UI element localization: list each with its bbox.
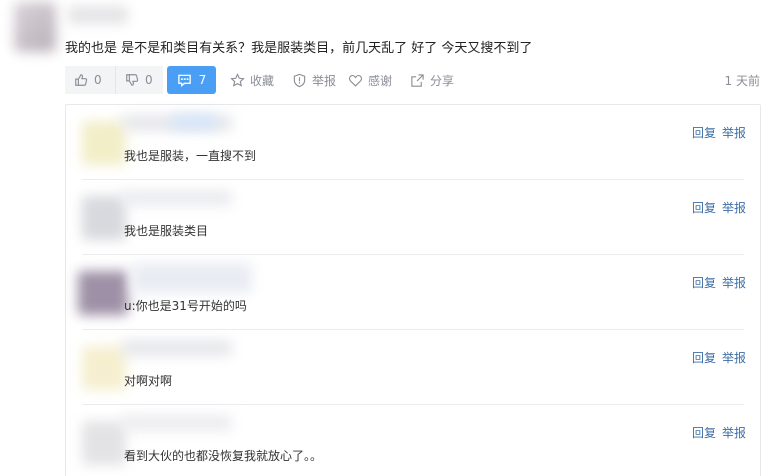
report-link[interactable]: 举报 xyxy=(722,276,746,290)
thumbs-down-icon xyxy=(126,74,139,86)
list-item: 我也是服装类目 回复 举报 xyxy=(66,180,760,255)
comment-actions: 0 0 7 收藏 举报 感谢 分享 1 天前 xyxy=(65,66,765,94)
downvote-count: 0 xyxy=(145,73,153,87)
reply-actions: 回复 举报 xyxy=(686,274,746,291)
thanks-button[interactable]: 感谢 xyxy=(348,66,392,94)
reply-actions: 回复 举报 xyxy=(686,124,746,141)
username-blurred[interactable] xyxy=(171,115,216,129)
upvote-count: 0 xyxy=(94,73,102,87)
reply-actions: 回复 举报 xyxy=(686,199,746,216)
report-link[interactable]: 举报 xyxy=(722,126,746,140)
report-link[interactable]: 举报 xyxy=(722,351,746,365)
avatar[interactable] xyxy=(82,121,126,165)
reply-actions: 回复 举报 xyxy=(686,424,746,441)
share-icon xyxy=(411,73,424,87)
reply-link[interactable]: 回复 xyxy=(692,276,716,290)
heart-icon xyxy=(348,74,363,87)
avatar[interactable] xyxy=(14,2,56,52)
reply-count: 7 xyxy=(198,73,207,87)
reply-list: 我也是服装，一直搜不到 回复 举报 我也是服装类目 回复 举报 u:你也是31号开始… xyxy=(65,104,761,476)
reply-text: 对啊对啊 xyxy=(124,374,173,388)
avatar[interactable] xyxy=(82,421,126,465)
upvote-button[interactable]: 0 xyxy=(65,66,116,94)
avatar[interactable] xyxy=(82,346,126,390)
reply-link[interactable]: 回复 xyxy=(692,201,716,215)
comment-time: 1 天前 xyxy=(724,73,760,88)
reply-link[interactable]: 回复 xyxy=(692,426,716,440)
share-button[interactable]: 分享 xyxy=(410,66,454,94)
comment-text: 我的也是 是不是和类目有关系？我是服装类目，前几天乱了 好了 今天又搜不到了 xyxy=(65,41,533,56)
reply-text: 我也是服装，一直搜不到 xyxy=(124,149,257,163)
reply-actions: 回复 举报 xyxy=(686,349,746,366)
username-blurred[interactable] xyxy=(122,340,232,356)
reply-link[interactable]: 回复 xyxy=(692,351,716,365)
favorite-label: 收藏 xyxy=(250,73,275,88)
username-blurred[interactable] xyxy=(132,263,252,293)
username-blurred[interactable] xyxy=(68,6,128,24)
list-item: 我也是服装，一直搜不到 回复 举报 xyxy=(66,105,760,180)
downvote-button[interactable]: 0 xyxy=(116,66,163,94)
star-icon xyxy=(230,72,245,87)
username-blurred[interactable] xyxy=(122,190,232,206)
username-blurred[interactable] xyxy=(122,415,232,431)
reply-toggle-button[interactable]: 7 xyxy=(167,66,216,94)
thanks-label: 感谢 xyxy=(368,73,393,88)
list-item: 看到大伙的也都没恢复我就放心了。。 回复 举报 xyxy=(66,405,760,476)
avatar[interactable] xyxy=(78,271,128,315)
share-label: 分享 xyxy=(430,73,455,88)
avatar[interactable] xyxy=(82,196,126,240)
report-link[interactable]: 举报 xyxy=(722,201,746,215)
thumbs-up-icon xyxy=(75,74,88,86)
comment-icon xyxy=(177,74,191,87)
shield-warning-icon xyxy=(293,73,306,87)
list-item: 对啊对啊 回复 举报 xyxy=(66,330,760,405)
report-label: 举报 xyxy=(312,73,337,88)
favorite-button[interactable]: 收藏 xyxy=(230,66,274,94)
reply-text: 看到大伙的也都没恢复我就放心了。。 xyxy=(124,449,323,463)
reply-text: 我也是服装类目 xyxy=(124,224,209,238)
report-button[interactable]: 举报 xyxy=(292,66,336,94)
reply-text: u:你也是31号开始的吗 xyxy=(124,299,247,313)
list-item: u:你也是31号开始的吗 回复 举报 xyxy=(66,255,760,330)
report-link[interactable]: 举报 xyxy=(722,426,746,440)
reply-link[interactable]: 回复 xyxy=(692,126,716,140)
